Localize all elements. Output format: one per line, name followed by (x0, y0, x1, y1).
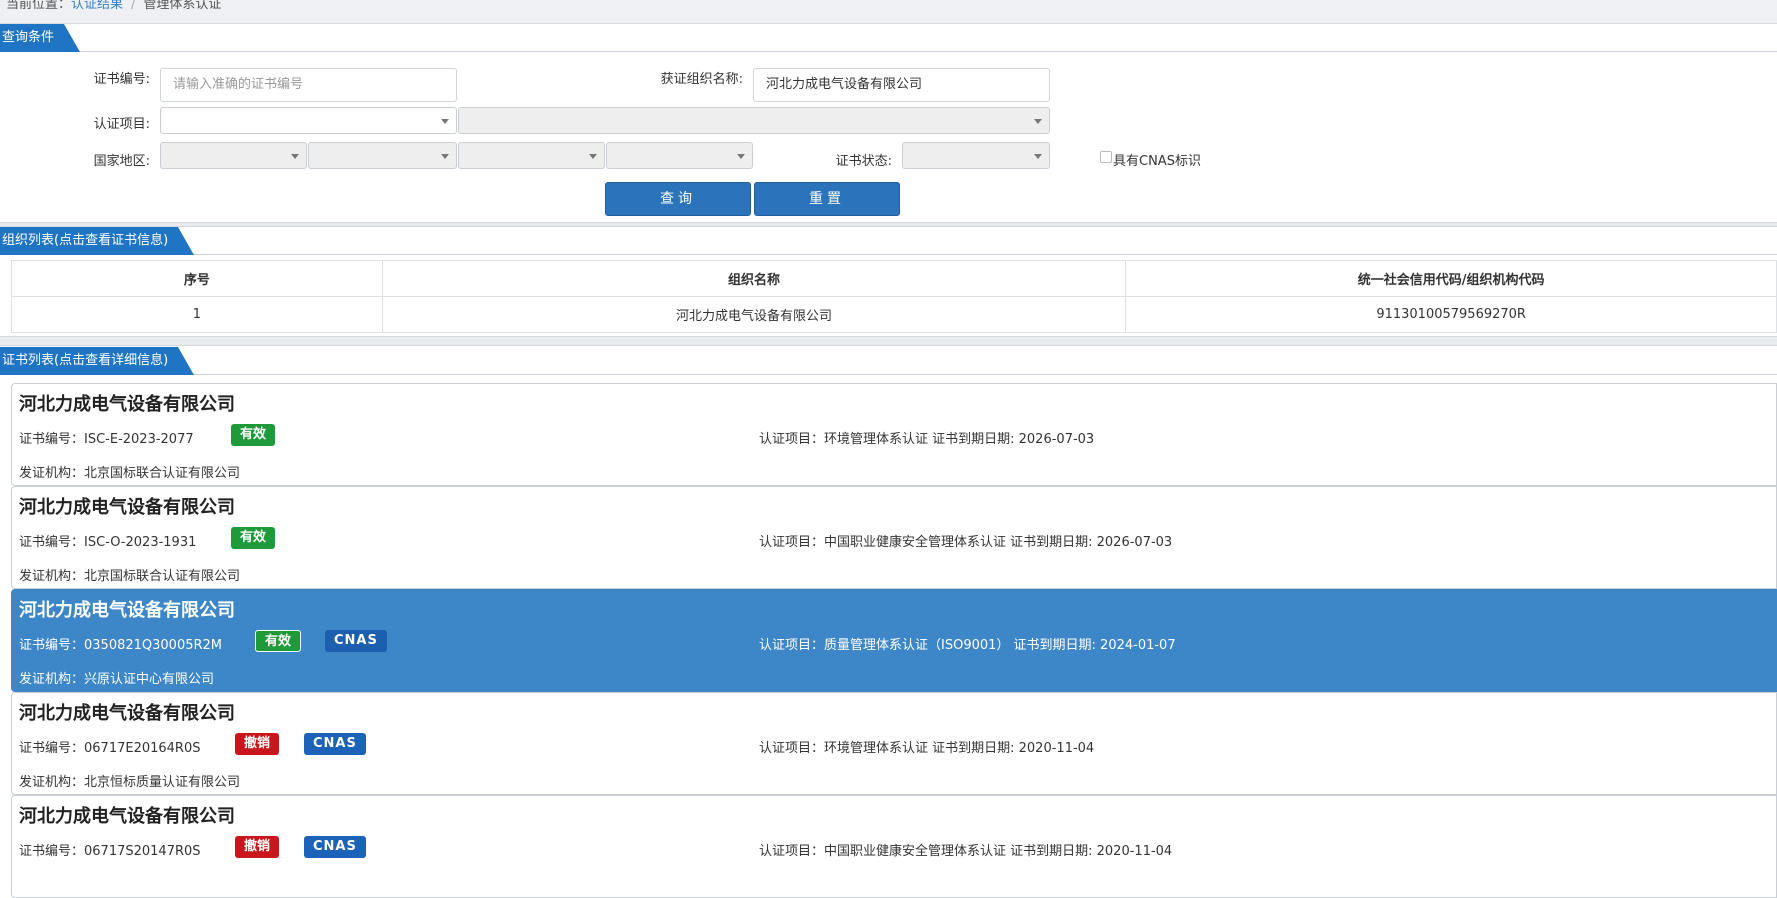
search-button[interactable]: 查询 (605, 182, 751, 216)
cert-issuer: 发证机构：兴原认证中心有限公司 (19, 672, 215, 687)
query-section-header: 查询条件 (0, 24, 1777, 52)
status-badge-valid: 有效 (231, 424, 276, 446)
cert-number: 证书编号：ISC-O-2023-1931 (19, 535, 197, 550)
org-name-cell[interactable]: 河北力成电气设备有限公司 (381, 296, 1127, 333)
status-badge-valid: 有效 (231, 527, 276, 549)
cert-project: 认证项目：质量管理体系认证（ISO9001） 证书到期日期: 2024-01-0… (759, 638, 1176, 653)
org-table-header-row: 序号 组织名称 统一社会信用代码/组织机构代码 (11, 260, 1777, 297)
org-table: 序号 组织名称 统一社会信用代码/组织机构代码 1 河北力成电气设备有限公司 9… (11, 260, 1777, 333)
org-name-label: 获证组织名称: (660, 72, 743, 87)
org-credit-code-cell: 91130100579569270R (1125, 296, 1777, 333)
column-header-credit-code: 统一社会信用代码/组织机构代码 (1125, 260, 1777, 297)
cnas-badge: CNAS (304, 733, 366, 755)
org-index-cell: 1 (11, 296, 383, 333)
cert-number: 证书编号：06717S20147R0S (19, 844, 201, 859)
region-label: 国家地区: (93, 154, 150, 169)
cert-section-title: 证书列表(点击查看详细信息) (0, 347, 195, 375)
cert-no-input[interactable]: 请输入准确的证书编号 (160, 68, 457, 102)
breadcrumb-link-results[interactable]: 认证结果 (71, 0, 123, 12)
cert-project: 认证项目：中国职业健康安全管理体系认证 证书到期日期: 2020-11-04 (759, 844, 1173, 859)
cnas-badge: CNAS (325, 630, 387, 652)
status-select[interactable] (902, 142, 1050, 169)
chevron-down-icon (291, 154, 299, 159)
region-select-3[interactable] (458, 142, 605, 169)
status-badge-revoked: 撤销 (235, 836, 280, 858)
cert-issuer: 发证机构：北京国标联合认证有限公司 (19, 569, 241, 584)
cert-list-item[interactable]: 河北力成电气设备有限公司 证书编号：ISC-E-2023-2077 有效 认证项… (11, 383, 1777, 486)
breadcrumb-prefix: 当前位置： (6, 0, 72, 12)
cert-list-item[interactable]: 河北力成电气设备有限公司 证书编号：06717S20147R0S 撤销 CNAS… (11, 795, 1777, 898)
breadcrumb-separator: / (131, 0, 136, 12)
org-section-title: 组织列表(点击查看证书信息) (0, 227, 195, 255)
chevron-down-icon (1034, 154, 1042, 159)
chevron-down-icon (1034, 119, 1042, 124)
table-row[interactable]: 1 河北力成电气设备有限公司 91130100579569270R (11, 296, 1777, 333)
cert-number: 证书编号：06717E20164R0S (19, 741, 201, 756)
cert-project: 认证项目：中国职业健康安全管理体系认证 证书到期日期: 2026-07-03 (759, 535, 1173, 550)
status-label: 证书状态: (835, 154, 892, 169)
column-header-index: 序号 (11, 260, 383, 297)
breadcrumb-current: 管理体系认证 (143, 0, 222, 12)
cnas-badge: CNAS (304, 836, 366, 858)
cert-list-item[interactable]: 河北力成电气设备有限公司 证书编号：06717E20164R0S 撤销 CNAS… (11, 692, 1777, 795)
project-sub-select[interactable] (458, 107, 1050, 134)
chevron-down-icon (737, 154, 745, 159)
cert-org-name: 河北力成电气设备有限公司 (19, 806, 235, 827)
region-select-4[interactable] (606, 142, 753, 169)
cert-org-name: 河北力成电气设备有限公司 (19, 600, 235, 621)
org-section-header: 组织列表(点击查看证书信息) (0, 227, 1777, 255)
chevron-down-icon (589, 154, 597, 159)
reset-button[interactable]: 重置 (754, 182, 900, 216)
cert-list-item[interactable]: 河北力成电气设备有限公司 证书编号：ISC-O-2023-1931 有效 认证项… (11, 486, 1777, 589)
status-badge-revoked: 撤销 (235, 733, 280, 755)
cnas-checkbox[interactable] (1100, 151, 1112, 163)
project-label: 认证项目: (93, 117, 150, 132)
cert-issuer: 发证机构：北京恒标质量认证有限公司 (19, 775, 241, 790)
cert-list-item-selected[interactable]: 河北力成电气设备有限公司 证书编号：0350821Q30005R2M 有效 CN… (11, 589, 1777, 692)
cert-no-label: 证书编号: (93, 72, 150, 87)
org-name-input[interactable]: 河北力成电气设备有限公司 (753, 68, 1050, 102)
cert-section-header: 证书列表(点击查看详细信息) (0, 347, 1777, 375)
cert-issuer: 发证机构：北京国标联合认证有限公司 (19, 466, 241, 481)
cert-org-name: 河北力成电气设备有限公司 (19, 703, 235, 724)
chevron-down-icon (441, 154, 449, 159)
cert-number: 证书编号：0350821Q30005R2M (19, 638, 223, 653)
cnas-checkbox-label: 具有CNAS标识 (1113, 154, 1201, 169)
status-badge-valid: 有效 (255, 630, 302, 652)
cert-number: 证书编号：ISC-E-2023-2077 (19, 432, 194, 447)
breadcrumb: 当前位置：认证结果 / 管理体系认证 (0, 0, 1777, 24)
section-divider (0, 336, 1777, 346)
region-select-2[interactable] (308, 142, 457, 169)
cert-org-name: 河北力成电气设备有限公司 (19, 497, 235, 518)
project-select[interactable] (160, 107, 457, 134)
cert-project: 认证项目：环境管理体系认证 证书到期日期: 2026-07-03 (759, 432, 1095, 447)
region-select-1[interactable] (160, 142, 307, 169)
query-section-title: 查询条件 (0, 24, 81, 52)
chevron-down-icon (441, 119, 449, 124)
column-header-org-name: 组织名称 (381, 260, 1127, 297)
cert-org-name: 河北力成电气设备有限公司 (19, 394, 235, 415)
cert-project: 认证项目：环境管理体系认证 证书到期日期: 2020-11-04 (759, 741, 1095, 756)
